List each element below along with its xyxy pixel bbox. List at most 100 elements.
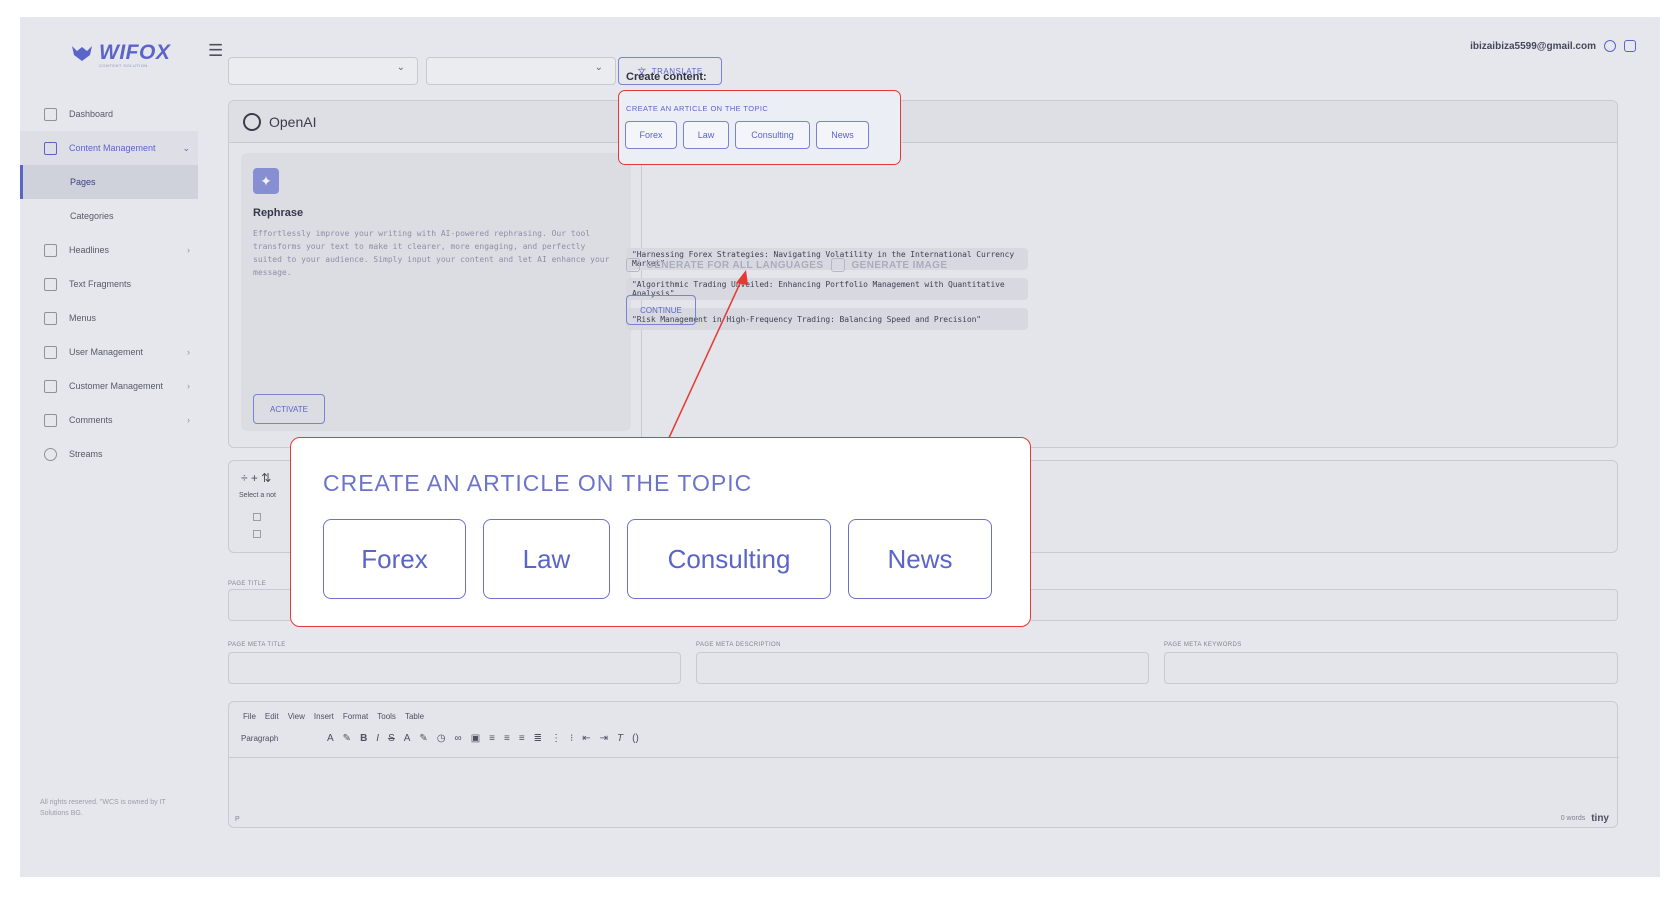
sidebar-item-text-fragments[interactable]: Text Fragments bbox=[20, 267, 198, 301]
tree-node-checkbox[interactable] bbox=[253, 513, 261, 521]
text-color-icon[interactable]: A bbox=[327, 733, 334, 744]
sidebar-item-categories[interactable]: Categories bbox=[20, 199, 198, 233]
sidebar-item-user-management[interactable]: User Management › bbox=[20, 335, 198, 369]
activate-button[interactable]: ACTIVATE bbox=[253, 394, 325, 424]
menu-icon bbox=[44, 311, 57, 325]
editor-status-path: P bbox=[235, 816, 240, 823]
font-color-icon[interactable]: A bbox=[404, 733, 411, 744]
editor-menu-edit[interactable]: Edit bbox=[265, 712, 279, 721]
language-from-select[interactable]: ⌄ bbox=[228, 57, 418, 85]
openai-panel: OpenAI ✦ Rephrase Effortlessly improve y… bbox=[228, 100, 1618, 448]
streams-icon bbox=[44, 447, 57, 461]
topic-button-news[interactable]: News bbox=[816, 121, 869, 149]
zoom-topic-button-consulting[interactable]: Consulting bbox=[627, 519, 831, 599]
openai-title: OpenAI bbox=[269, 113, 317, 130]
meta-keywords-label: PAGE META KEYWORDS bbox=[1164, 642, 1242, 648]
sidebar-item-content-management[interactable]: Content Management ⌄ bbox=[20, 131, 198, 165]
sidebar-item-pages[interactable]: Pages bbox=[20, 165, 198, 199]
tree-hint: Select a not bbox=[239, 492, 276, 499]
clear-format-icon[interactable]: T bbox=[617, 733, 623, 744]
openai-header: OpenAI bbox=[229, 101, 1617, 143]
sidebar-item-dashboard[interactable]: Dashboard bbox=[20, 97, 198, 131]
outdent-icon[interactable]: ⇤ bbox=[582, 733, 590, 744]
generate-options: GENERATE FOR ALL LANGUAGES GENERATE IMAG… bbox=[626, 258, 947, 272]
meta-keywords-input[interactable] bbox=[1164, 652, 1618, 684]
tree-toolbar-icons[interactable]: ÷ + ⇅ bbox=[241, 471, 271, 485]
chevron-down-icon: ⌄ bbox=[594, 62, 603, 73]
sidebar-item-label: User Management bbox=[69, 347, 144, 357]
sidebar-item-menus[interactable]: Menus bbox=[20, 301, 198, 335]
topic-button-forex[interactable]: Forex bbox=[625, 121, 677, 149]
topic-button-law[interactable]: Law bbox=[683, 121, 729, 149]
editor-divider bbox=[229, 757, 1619, 758]
create-content-label: Create content: bbox=[626, 71, 707, 83]
zoomed-topic-callout: CREATE AN ARTICLE ON THE TOPIC Forex Law… bbox=[290, 437, 1031, 627]
sidebar-item-label: Menus bbox=[69, 313, 97, 323]
meta-title-input[interactable] bbox=[228, 652, 681, 684]
editor-menu-file[interactable]: File bbox=[243, 712, 256, 721]
indent-icon[interactable]: ⇥ bbox=[600, 733, 608, 744]
sidebar-item-label: Text Fragments bbox=[69, 279, 132, 289]
magic-wand-icon: ✦ bbox=[253, 168, 279, 194]
comments-icon bbox=[44, 413, 57, 427]
source-code-icon[interactable]: () bbox=[632, 733, 639, 744]
generate-image-checkbox[interactable] bbox=[831, 258, 846, 272]
generate-image-label: GENERATE IMAGE bbox=[851, 259, 948, 271]
user-email[interactable]: ibizaibiza5599@gmail.com bbox=[1470, 41, 1596, 52]
sidebar-item-label: Dashboard bbox=[69, 109, 114, 119]
sidebar-item-label: Streams bbox=[69, 449, 103, 459]
strikethrough-icon[interactable]: S bbox=[388, 733, 395, 744]
image-icon[interactable]: ▣ bbox=[471, 733, 480, 744]
highlight-icon[interactable]: ✎ bbox=[343, 733, 351, 744]
fox-logo-icon bbox=[70, 44, 94, 62]
editor-menu-insert[interactable]: Insert bbox=[314, 712, 334, 721]
sidebar-item-customer-management[interactable]: Customer Management › bbox=[20, 369, 198, 403]
editor-menu-tools[interactable]: Tools bbox=[377, 712, 396, 721]
generate-all-languages-checkbox[interactable] bbox=[626, 258, 640, 272]
topic-button-consulting[interactable]: Consulting bbox=[735, 121, 810, 149]
zoom-topic-button-news[interactable]: News bbox=[848, 519, 992, 599]
settings-icon[interactable] bbox=[1604, 40, 1616, 52]
editor-menu-format[interactable]: Format bbox=[343, 712, 368, 721]
editor-menu-view[interactable]: View bbox=[288, 712, 305, 721]
tree-node-checkbox[interactable] bbox=[253, 530, 261, 538]
zoom-topic-button-forex[interactable]: Forex bbox=[323, 519, 466, 599]
italic-icon[interactable]: I bbox=[376, 733, 379, 744]
continue-button[interactable]: CONTINUE bbox=[626, 295, 696, 325]
topic-buttons: Forex Law Consulting News bbox=[625, 121, 875, 149]
logout-icon[interactable] bbox=[1624, 40, 1636, 52]
bullet-list-icon[interactable]: ⁝ bbox=[570, 733, 573, 744]
justify-icon[interactable]: ≣ bbox=[534, 733, 542, 744]
clock-icon[interactable]: ◷ bbox=[437, 733, 446, 744]
chevron-down-icon: ⌄ bbox=[396, 62, 405, 73]
sidebar-item-label: Content Management bbox=[69, 143, 156, 153]
meta-description-input[interactable] bbox=[696, 652, 1149, 684]
bold-icon[interactable]: B bbox=[360, 733, 367, 744]
align-left-icon[interactable]: ≡ bbox=[489, 733, 495, 744]
link-icon[interactable]: ∞ bbox=[455, 733, 462, 744]
editor-menu-table[interactable]: Table bbox=[405, 712, 424, 721]
background-color-icon[interactable]: ✎ bbox=[419, 733, 427, 744]
sidebar-item-label: Headlines bbox=[69, 245, 110, 255]
openai-logo-icon bbox=[243, 112, 261, 131]
tiny-brand: tiny bbox=[1591, 813, 1609, 824]
editor-menubar: File Edit View Insert Format Tools Table bbox=[243, 712, 433, 721]
topic-box-highlight: CREATE AN ARTICLE ON THE TOPIC Forex Law… bbox=[618, 90, 901, 165]
users-icon bbox=[44, 345, 57, 359]
sidebar-item-streams[interactable]: Streams bbox=[20, 437, 198, 471]
sidebar-item-comments[interactable]: Comments › bbox=[20, 403, 198, 437]
paragraph-select[interactable]: Paragraph bbox=[241, 734, 317, 743]
hamburger-menu-icon[interactable]: ☰ bbox=[208, 41, 223, 61]
rephrase-card: ✦ Rephrase Effortlessly improve your wri… bbox=[241, 153, 631, 431]
language-to-select[interactable]: ⌄ bbox=[426, 57, 616, 85]
numbered-list-icon[interactable]: ⋮ bbox=[551, 733, 561, 744]
sidebar-item-label: Customer Management bbox=[69, 381, 164, 391]
zoom-topic-button-law[interactable]: Law bbox=[483, 519, 610, 599]
logo[interactable]: WIFOX bbox=[70, 41, 170, 65]
align-right-icon[interactable]: ≡ bbox=[519, 733, 525, 744]
align-center-icon[interactable]: ≡ bbox=[504, 733, 510, 744]
sidebar-item-label: Pages bbox=[70, 177, 96, 187]
sidebar-item-headlines[interactable]: Headlines › bbox=[20, 233, 198, 267]
sidebar-item-label: Comments bbox=[69, 415, 113, 425]
logo-subtitle: CONTENT SOLUTION bbox=[99, 63, 148, 68]
